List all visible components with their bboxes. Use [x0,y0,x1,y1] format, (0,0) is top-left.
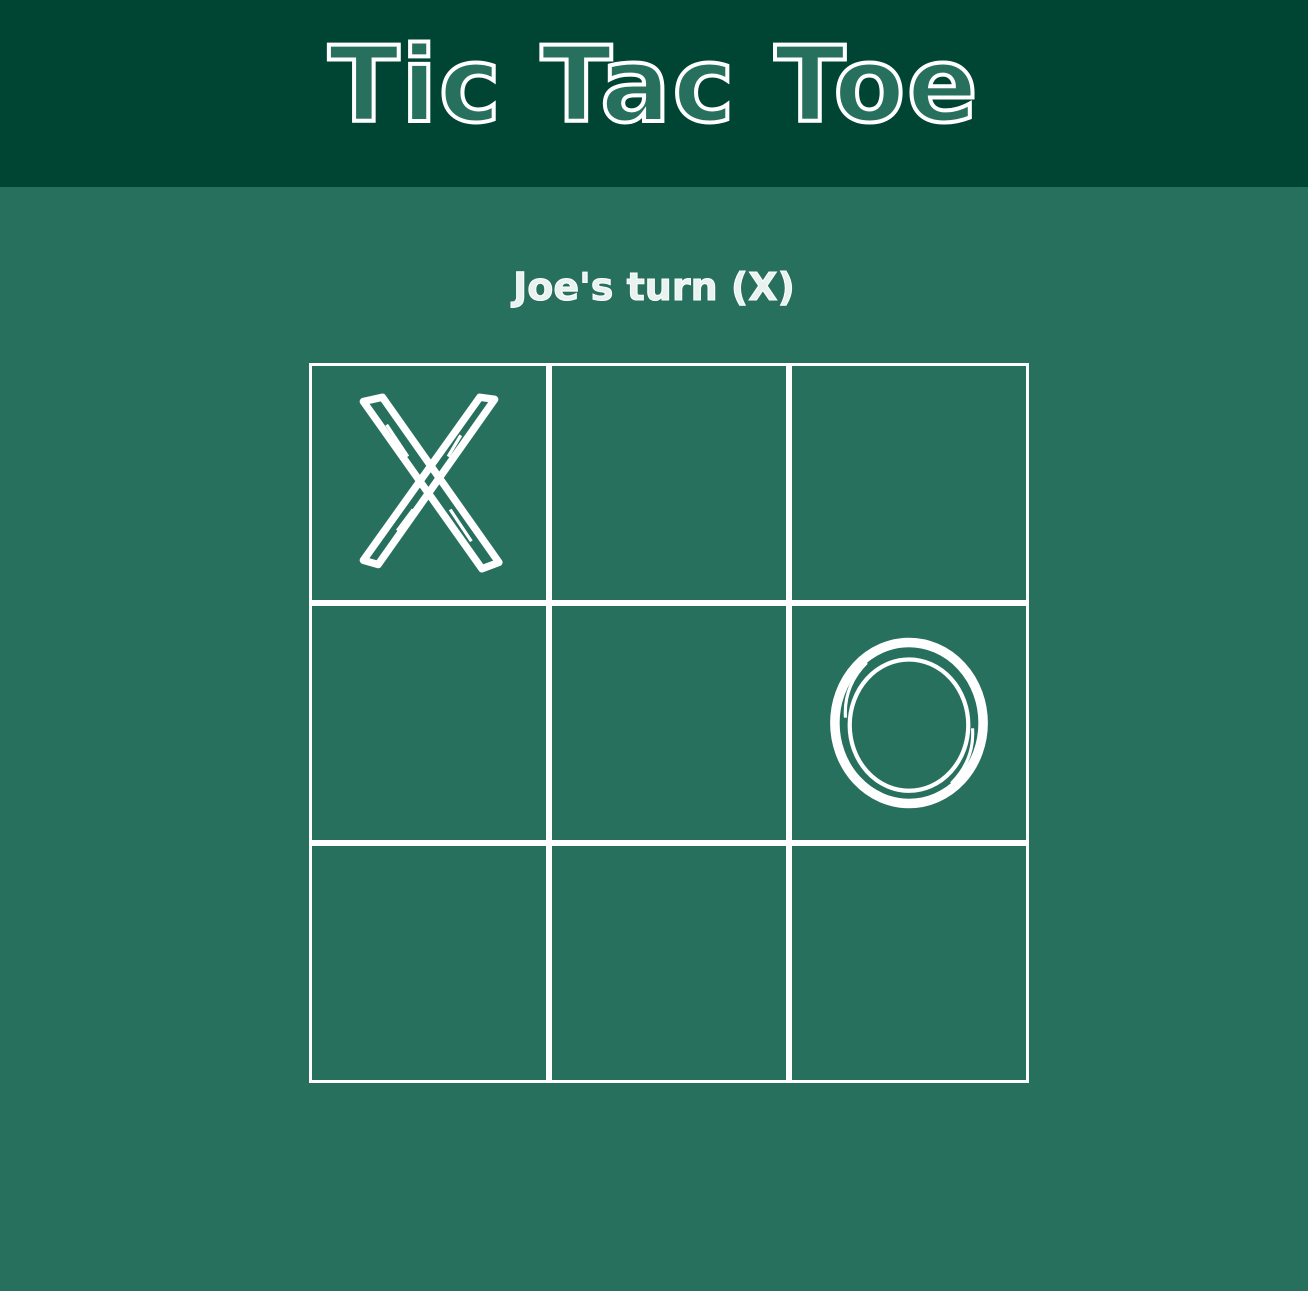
board-cell-1[interactable] [312,366,546,600]
turn-status: Joe's turn (X) [513,265,796,310]
game-board [309,363,1029,1083]
o-mark [830,637,988,809]
board-cell-6[interactable] [792,606,1026,840]
board-cell-5[interactable] [552,606,786,840]
page-title: Tic Tac Toe [326,22,980,148]
board-cell-2[interactable] [552,366,786,600]
board-cell-9[interactable] [792,846,1026,1080]
board-cell-8[interactable] [552,846,786,1080]
header-bar: Tic Tac Toe [0,0,1308,187]
board-cell-3[interactable] [792,366,1026,600]
board-cell-7[interactable] [312,846,546,1080]
x-mark [359,393,503,573]
board-cell-4[interactable] [312,606,546,840]
